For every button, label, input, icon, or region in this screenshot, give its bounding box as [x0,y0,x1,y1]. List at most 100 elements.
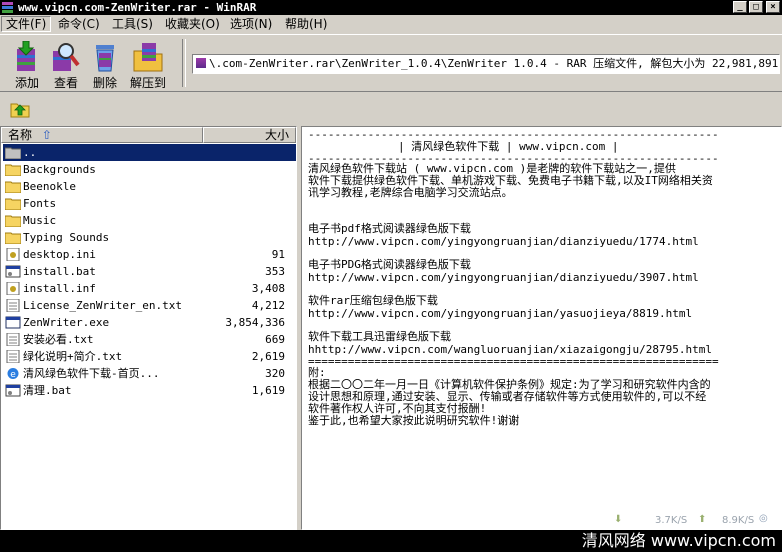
minimize-button[interactable]: _ [733,1,747,13]
file-row[interactable]: Backgrounds [3,161,296,178]
file-row[interactable]: ZenWriter.exe 3,854,336 [3,314,296,331]
add-archive-icon [17,41,35,71]
file-name: Typing Sounds [23,231,110,244]
comment-item-title: 电子书pdf格式阅读器绿色版下载 [308,222,471,235]
archive-path-box[interactable]: \.com-ZenWriter.rar\ZenWriter_1.0.4\ZenW… [192,54,780,74]
watermark-text: 清风网络 www.vipcn.com [581,531,776,550]
download-arrow-icon: ⬇ [614,514,623,525]
settings-file-icon [6,282,20,295]
comment-item-title: 软件下载工具迅雷绿色版下载 [308,330,451,343]
file-row[interactable]: 清理.bat 1,619 [3,382,296,399]
file-list: 名称 ⇧ 大小 .. Backgrounds Beenokle Fonts Mu… [0,126,297,530]
file-name: desktop.ini [23,248,96,261]
extract-to-button-label: 解压到 [129,76,166,90]
batch-file-icon [5,265,21,278]
toolbar-separator [182,39,186,87]
winrar-app-icon [2,2,13,13]
file-name: License_ZenWriter_en.txt [23,299,182,312]
status-bar: 清风网络 www.vipcn.com [0,530,782,552]
upload-speed: 8.9K/S [722,515,755,526]
add-button[interactable]: 添加 [7,39,47,90]
batch-file-icon [5,384,21,397]
file-size: 669 [265,333,285,346]
file-row[interactable]: Typing Sounds [3,229,296,246]
folder-icon [5,232,21,244]
file-row[interactable]: 安装必看.txt 669 [3,331,296,348]
extract-folder-icon [133,43,163,72]
download-speed: 3.7K/S [655,515,688,526]
file-size: 353 [265,265,285,278]
menu-tools[interactable]: 工具(S) [108,16,157,32]
file-size: 320 [265,367,285,380]
column-header-size[interactable]: 大小 [203,127,296,143]
file-row[interactable]: install.inf 3,408 [3,280,296,297]
text-file-icon [6,350,20,363]
comment-intro-line: 讯学习教程,老牌综合电脑学习交流站点。 [308,186,513,199]
up-folder-icon[interactable] [10,98,30,118]
comment-rule: ========================================… [308,355,719,368]
file-list-header: 名称 ⇧ 大小 [1,127,296,143]
rar-archive-icon [196,58,206,68]
folder-up-icon [5,147,21,159]
close-button[interactable]: × [766,1,780,13]
file-name: Backgrounds [23,163,96,176]
file-row[interactable]: License_ZenWriter_en.txt 4,212 [3,297,296,314]
ie-link-icon: e [7,368,19,380]
view-magnifier-icon [53,43,80,71]
file-row[interactable]: e 清风绿色软件下载-首页... 320 [3,365,296,382]
close-icon: × [770,2,776,12]
file-row[interactable]: desktop.ini 91 [3,246,296,263]
file-row[interactable]: 绿化说明+简介.txt 2,619 [3,348,296,365]
column-header-name[interactable]: 名称 ⇧ [1,127,203,143]
globe-icon: ◎ [759,513,768,524]
folder-icon [5,215,21,227]
file-size: 2,619 [251,350,285,363]
column-size-label: 大小 [264,128,289,142]
view-button[interactable]: 查看 [46,39,86,90]
comment-item-url[interactable]: http://www.vipcn.com/yingyongruanjian/di… [308,272,699,284]
svg-text:e: e [10,370,16,380]
comment-item-url[interactable]: http://www.vipcn.com/yingyongruanjian/di… [308,236,699,248]
file-row[interactable]: Fonts [3,195,296,212]
extract-to-button[interactable]: 解压到 [128,39,168,90]
comment-item-title: 软件rar压缩包绿色版下载 [308,294,438,307]
minimize-icon: _ [737,2,743,12]
file-size: 91 [271,248,285,261]
file-name: Fonts [23,197,57,210]
folder-icon [5,181,21,193]
file-size: 4,212 [251,299,285,312]
file-size: 3,854,336 [225,316,285,329]
archive-path-text: \.com-ZenWriter.rar\ZenWriter_1.0.4\ZenW… [209,57,780,70]
file-name: .. [23,146,37,159]
text-file-icon [6,333,20,346]
maximize-button[interactable]: □ [749,1,763,13]
file-row[interactable]: .. [3,144,296,161]
text-file-icon [6,299,20,312]
file-size: 1,619 [251,384,285,397]
archive-comment-panel: ----------------------------------------… [301,126,782,530]
settings-file-icon [6,248,20,261]
file-name: 绿化说明+简介.txt [23,350,123,363]
menu-help[interactable]: 帮助(H) [281,16,331,32]
window-title: www.vipcn.com-ZenWriter.rar - WinRAR [18,1,257,14]
menu-options[interactable]: 选项(N) [226,16,276,32]
file-size: 3,408 [251,282,285,295]
comment-item-title: 电子书PDG格式阅读器绿色版下载 [308,258,471,271]
delete-trash-icon [96,45,114,72]
menu-file[interactable]: 文件(F) [1,16,52,32]
delete-button[interactable]: 删除 [85,39,125,90]
network-speed-widget: ⬇ 3.7K/S ⬆ 8.9K/S ◎ [608,512,780,528]
file-name: Beenokle [23,180,76,193]
menu-commands[interactable]: 命令(C) [54,16,104,32]
comment-item-url[interactable]: http://www.vipcn.com/yingyongruanjian/ya… [308,308,692,320]
exe-file-icon [5,316,21,329]
title-bar: www.vipcn.com-ZenWriter.rar - WinRAR _ □… [0,0,782,15]
maximize-icon: □ [753,2,759,12]
file-row[interactable]: Beenokle [3,178,296,195]
file-row[interactable]: Music [3,212,296,229]
file-name: ZenWriter.exe [23,316,110,329]
folder-icon [5,198,21,210]
file-name: 清风绿色软件下载-首页... [23,367,160,380]
file-row[interactable]: install.bat 353 [3,263,296,280]
menu-favorites[interactable]: 收藏夹(O) [161,16,224,32]
